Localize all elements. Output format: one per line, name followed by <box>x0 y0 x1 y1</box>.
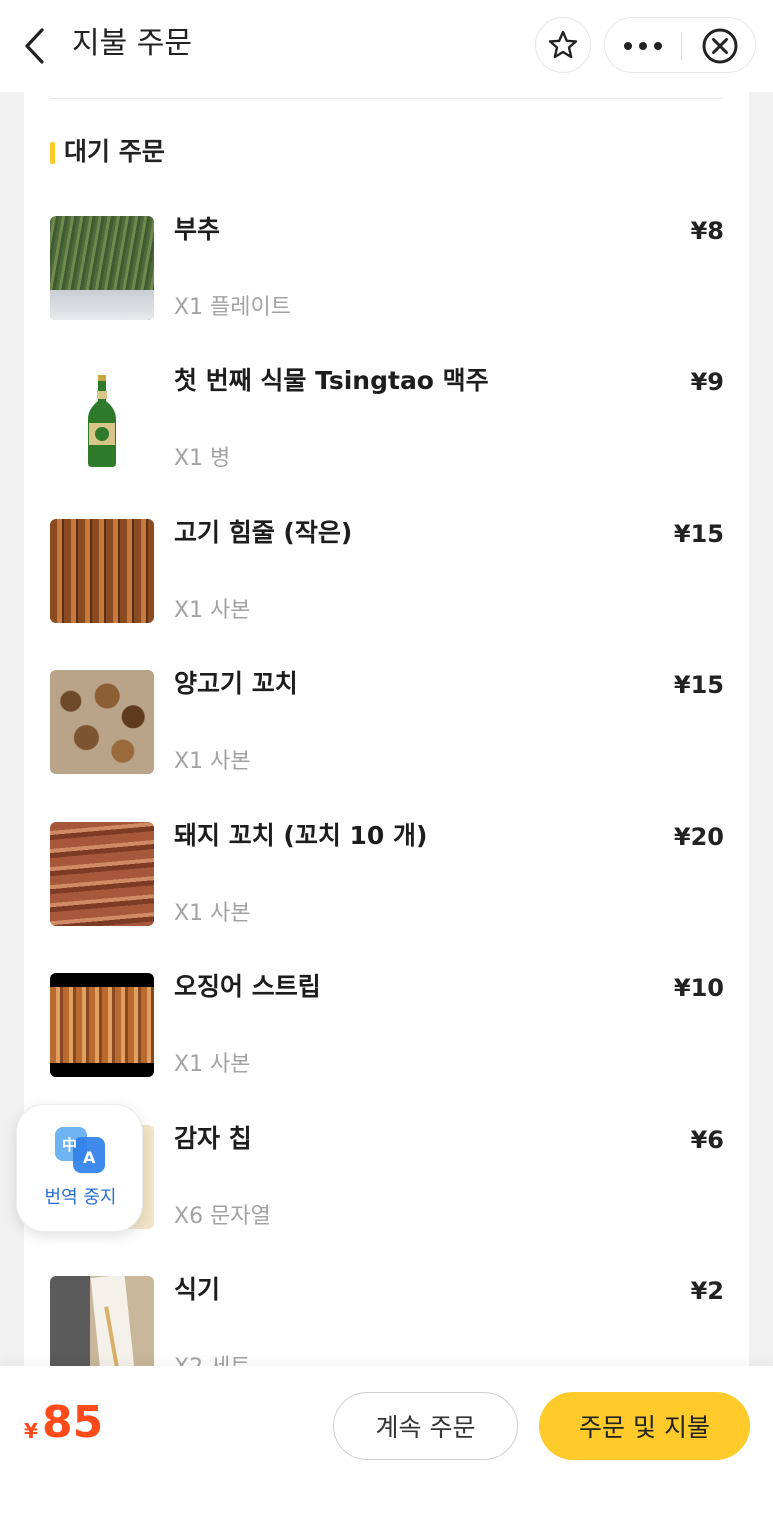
item-image-lamb-skewer <box>50 670 154 774</box>
order-item: 고기 힘줄 (작은) X1 사본 ¥15 <box>24 518 749 670</box>
item-name: 감자 칩 <box>174 1124 252 1153</box>
beer-bottle-icon <box>88 375 116 467</box>
more-button[interactable] <box>605 18 681 74</box>
mini-program-capsule <box>604 17 756 73</box>
divider <box>50 98 723 99</box>
item-image-tendon-skewer <box>50 519 154 623</box>
order-item: 부추 X1 플레이트 ¥8 <box>24 215 749 367</box>
translate-icon: 中 A <box>55 1127 105 1173</box>
item-image-squid-strips <box>50 973 154 1077</box>
top-bar: 지불 주문 <box>0 0 773 92</box>
item-price: ¥15 <box>673 671 724 699</box>
stop-translation-label: 번역 중지 <box>44 1187 117 1208</box>
section-accent-bar <box>50 142 55 164</box>
item-price: ¥2 <box>690 1277 724 1305</box>
item-name: 양고기 꼬치 <box>174 669 298 698</box>
order-item: 식기 X2 세트 ¥2 <box>24 1275 749 1366</box>
total-currency: ¥ <box>24 1419 38 1443</box>
svg-text:A: A <box>83 1148 96 1167</box>
close-button[interactable] <box>682 18 757 74</box>
stop-translation-button[interactable]: 中 A 번역 중지 <box>16 1104 143 1232</box>
item-quantity: X6 문자열 <box>174 1204 271 1229</box>
item-image-chives <box>50 216 154 320</box>
item-quantity: X2 세트 <box>174 1352 251 1366</box>
item-quantity: X1 사본 <box>174 598 251 623</box>
bottom-bar: ¥ 85 계속 주문 주문 및 지불 <box>0 1366 773 1514</box>
star-icon <box>548 30 578 59</box>
item-quantity: X1 사본 <box>174 1052 251 1077</box>
back-button[interactable] <box>18 24 54 68</box>
item-image-tableware <box>50 1276 154 1366</box>
section-title: 대기 주문 <box>64 137 165 166</box>
chevron-left-icon <box>25 28 44 64</box>
item-price: ¥6 <box>690 1126 724 1154</box>
item-quantity: X1 플레이트 <box>174 295 292 320</box>
item-price: ¥8 <box>690 217 724 245</box>
total-amount: 85 <box>42 1397 104 1448</box>
item-price: ¥9 <box>690 368 724 396</box>
continue-order-button[interactable]: 계속 주문 <box>333 1392 518 1460</box>
order-item: 양고기 꼬치 X1 사본 ¥15 <box>24 669 749 821</box>
order-and-pay-button[interactable]: 주문 및 지불 <box>539 1392 750 1460</box>
item-name: 오징어 스트립 <box>174 972 321 1001</box>
item-name: 첫 번째 식물 Tsingtao 맥주 <box>174 366 489 395</box>
order-item: 오징어 스트립 X1 사본 ¥10 <box>24 972 749 1124</box>
item-name: 고기 힘줄 (작은) <box>174 518 353 547</box>
item-name: 식기 <box>174 1275 221 1304</box>
order-item: 돼지 꼬치 (꼬치 10 개) X1 사본 ¥20 <box>24 821 749 973</box>
close-circle-icon <box>702 28 737 64</box>
favorite-button[interactable] <box>535 17 591 73</box>
item-price: ¥20 <box>673 823 724 851</box>
item-image-pork-skewer <box>50 822 154 926</box>
item-price: ¥10 <box>673 974 724 1002</box>
svg-text:中: 中 <box>62 1136 77 1154</box>
item-quantity: X1 병 <box>174 446 231 471</box>
item-image-beer <box>50 367 154 471</box>
item-price: ¥15 <box>673 520 724 548</box>
page-title: 지불 주문 <box>72 26 192 61</box>
order-item: 첫 번째 식물 Tsingtao 맥주 X1 병 ¥9 <box>24 366 749 518</box>
item-quantity: X1 사본 <box>174 901 251 926</box>
item-name: 부추 <box>174 215 221 244</box>
item-quantity: X1 사본 <box>174 749 251 774</box>
item-name: 돼지 꼬치 (꼬치 10 개) <box>174 821 428 850</box>
order-payment-screen: 지불 주문 대기 주문 부추 X1 플레이트 ¥8 첫 번째 식물 Tsingt… <box>0 0 773 1514</box>
more-dots-icon <box>624 42 662 50</box>
